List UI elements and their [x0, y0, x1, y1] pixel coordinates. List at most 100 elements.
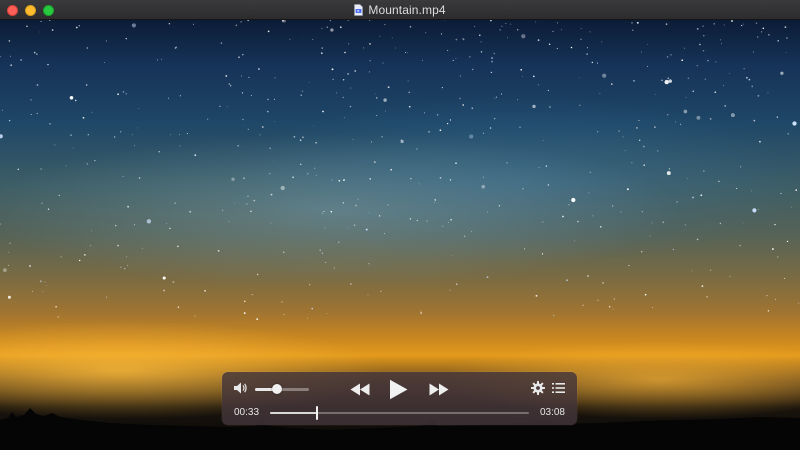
star [114, 224, 117, 227]
star [257, 68, 260, 70]
star [703, 170, 705, 172]
star [449, 289, 451, 291]
star [441, 87, 443, 89]
volume-slider[interactable] [255, 384, 309, 394]
star [661, 79, 663, 82]
star [237, 144, 240, 147]
star [507, 37, 509, 39]
star [587, 275, 589, 277]
star [420, 312, 422, 314]
star [757, 209, 760, 211]
star [766, 294, 768, 297]
star [486, 211, 488, 213]
star [718, 180, 720, 183]
star [10, 55, 11, 57]
star [306, 172, 309, 175]
star [775, 298, 776, 300]
star [226, 106, 228, 108]
star [547, 184, 550, 186]
video-frame[interactable]: 00:33 03:08 [0, 20, 800, 450]
star [273, 98, 276, 100]
star [84, 254, 86, 256]
star [651, 222, 653, 224]
star [703, 35, 705, 37]
gear-icon[interactable] [531, 381, 545, 395]
star [657, 150, 659, 152]
star [357, 198, 359, 200]
star [557, 22, 559, 24]
star [692, 196, 694, 199]
list-icon[interactable] [552, 382, 565, 394]
star [369, 20, 371, 21]
star [228, 83, 231, 85]
star [49, 123, 51, 125]
star [383, 233, 385, 235]
star [416, 219, 418, 222]
star [274, 121, 276, 122]
star [668, 79, 672, 83]
star [481, 184, 486, 189]
star [170, 134, 172, 136]
star [42, 290, 44, 292]
star [70, 134, 72, 137]
speaker-icon[interactable] [233, 381, 248, 395]
star [505, 23, 507, 24]
timeline-playhead[interactable] [315, 406, 318, 420]
star [281, 301, 283, 303]
star [350, 283, 352, 285]
star [578, 77, 580, 79]
star [570, 46, 573, 49]
star [82, 116, 85, 119]
star [343, 117, 345, 119]
star [39, 31, 40, 33]
star [620, 211, 622, 213]
star [179, 95, 182, 97]
star [243, 177, 245, 179]
star [602, 73, 607, 78]
star [654, 93, 656, 95]
star [220, 42, 223, 44]
star [163, 289, 165, 292]
star [17, 168, 20, 171]
star [235, 24, 238, 27]
star [313, 125, 315, 126]
star [740, 24, 743, 27]
star [652, 307, 654, 308]
star [719, 222, 722, 225]
star [329, 20, 332, 22]
star [221, 209, 224, 211]
volume-slider-knob[interactable] [271, 384, 282, 394]
rewind-icon[interactable] [350, 383, 370, 396]
star [367, 294, 369, 296]
star [217, 249, 220, 252]
star [292, 176, 294, 179]
star [177, 245, 179, 248]
star [493, 52, 496, 55]
star [8, 119, 11, 122]
media-player-window: Mountain.mp4 00:33 03:08 [0, 0, 800, 450]
star [41, 202, 43, 204]
star [469, 56, 471, 58]
fast-forward-icon[interactable] [429, 383, 449, 396]
star [343, 179, 345, 182]
star [561, 29, 563, 31]
star [240, 21, 242, 23]
star [753, 51, 755, 53]
star [383, 98, 387, 102]
star [137, 127, 139, 129]
star [272, 161, 274, 162]
star [280, 185, 285, 191]
star [314, 167, 316, 169]
star [713, 23, 715, 25]
star [40, 168, 42, 170]
star [409, 25, 412, 28]
timeline-scrubber[interactable] [270, 406, 529, 420]
star [408, 105, 411, 108]
star [428, 131, 430, 133]
play-icon[interactable] [389, 379, 408, 400]
star [410, 178, 412, 180]
star [636, 127, 638, 129]
star [47, 208, 50, 210]
star [40, 20, 42, 23]
star [266, 110, 269, 113]
